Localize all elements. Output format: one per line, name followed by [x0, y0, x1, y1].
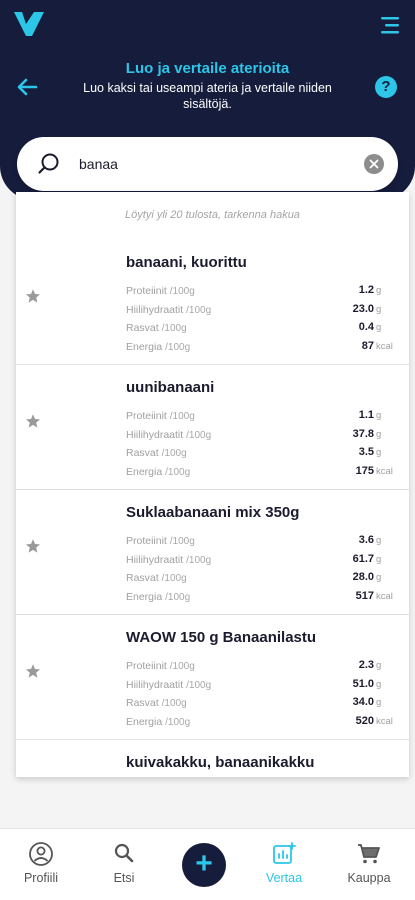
search-bar — [17, 137, 398, 191]
result-item[interactable]: Suklaabanaani mix 350g Proteiinit /100g 3… — [16, 490, 409, 615]
add-icon: + — [195, 847, 213, 880]
add-button[interactable]: + — [182, 843, 226, 887]
star-icon[interactable] — [25, 288, 41, 304]
carbs-row: Hiilihydraatit /100g 61.7 g — [126, 552, 382, 566]
search-input[interactable] — [79, 150, 359, 178]
nav-profile[interactable]: Profiili — [6, 841, 76, 885]
star-icon[interactable] — [25, 413, 41, 429]
nav-compare[interactable]: Vertaa — [249, 841, 319, 885]
nav-compare-label: Vertaa — [265, 871, 303, 885]
nav-search-label: Etsi — [113, 871, 135, 885]
menu-icon[interactable] — [379, 14, 401, 36]
fat-row: Rasvat /100g 0.4 g — [126, 321, 382, 335]
nav-shop-label: Kauppa — [347, 871, 391, 885]
results-hint: Löytyi yli 20 tulosta, tarkenna hakua — [125, 209, 300, 221]
result-item[interactable]: kuivakakku, banaanikakku — [16, 740, 409, 777]
nutrient-table: Proteiinit /100g 2.3 g Hiilihydraatit /100… — [126, 658, 394, 732]
fat-row: Rasvat /100g 34.0 g — [126, 696, 382, 710]
carbs-row: Hiilihydraatit /100g 37.8 g — [126, 427, 382, 441]
search-icon — [114, 843, 134, 863]
result-name: uunibanaani — [126, 379, 215, 396]
carbs-row: Hiilihydraatit /100g 51.0 g — [126, 677, 382, 691]
star-icon[interactable] — [25, 538, 41, 554]
bottom-nav: Profiili Etsi + Vertaa Kauppa — [0, 828, 415, 900]
nutrient-table: Proteiinit /100g 1.2 g Hiilihydraatit /100… — [126, 283, 394, 357]
profile-icon — [29, 842, 53, 866]
nutrient-table: Proteiinit /100g 3.6 g Hiilihydraatit /100… — [126, 533, 394, 607]
protein-row: Proteiinit /100g 1.2 g — [126, 284, 382, 297]
energy-row: Energia /100g 517 kcal — [126, 589, 393, 603]
result-item[interactable]: WAOW 150 g Banaanilastu Proteiinit /100g… — [16, 615, 409, 740]
result-item[interactable]: uunibanaani Proteiinit /100g 1.1 g Hiilihy… — [16, 365, 409, 490]
search-icon — [38, 153, 59, 174]
energy-row: Energia /100g 175 kcal — [126, 464, 393, 478]
page-subtitle: Luo kaksi tai useampi ateria ja vertaile… — [83, 81, 332, 111]
nav-profile-label: Profiili — [23, 871, 59, 885]
result-name: Suklaabanaani mix 350g — [126, 504, 300, 521]
help-icon[interactable]: ? — [375, 76, 397, 98]
nav-search[interactable]: Etsi — [89, 841, 159, 885]
compare-icon — [273, 842, 296, 864]
app-logo-icon — [14, 12, 44, 36]
energy-row: Energia /100g 520 kcal — [126, 714, 393, 728]
carbs-row: Hiilihydraatit /100g 23.0 g — [126, 302, 382, 316]
protein-row: Proteiinit /100g 1.1 g — [126, 409, 382, 422]
energy-row: Energia /100g 87 kcal — [126, 339, 393, 353]
nutrient-table: Proteiinit /100g 1.1 g Hiilihydraatit /100… — [126, 408, 394, 482]
protein-row: Proteiinit /100g 2.3 g — [126, 659, 382, 672]
search-results-panel: Löytyi yli 20 tulosta, tarkenna hakua ba… — [16, 192, 409, 777]
fat-row: Rasvat /100g 3.5 g — [126, 446, 382, 460]
result-name: banaani, kuorittu — [126, 254, 247, 271]
nav-shop[interactable]: Kauppa — [334, 841, 404, 885]
page-title: Luo ja vertaile aterioita — [125, 60, 290, 77]
fat-row: Rasvat /100g 28.0 g — [126, 571, 382, 585]
result-item[interactable]: banaani, kuorittu Proteiinit /100g 1.2 g H… — [16, 240, 409, 365]
clear-search-icon[interactable] — [364, 154, 384, 174]
back-arrow-icon[interactable] — [14, 74, 40, 100]
result-name: WAOW 150 g Banaanilastu — [126, 629, 317, 646]
cart-icon — [358, 844, 380, 864]
result-name: kuivakakku, banaanikakku — [126, 754, 315, 771]
protein-row: Proteiinit /100g 3.6 g — [126, 534, 382, 547]
star-icon[interactable] — [25, 663, 41, 679]
